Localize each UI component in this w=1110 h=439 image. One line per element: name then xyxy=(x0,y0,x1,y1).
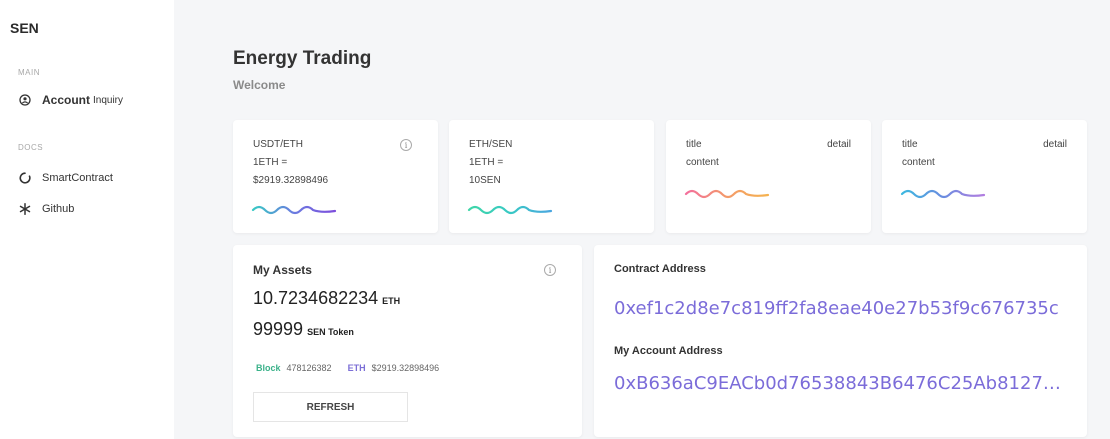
account-icon xyxy=(18,93,32,107)
wave-sparkline xyxy=(251,205,337,215)
info-icon[interactable]: i xyxy=(400,139,412,151)
refresh-button[interactable]: REFRESH xyxy=(253,392,408,422)
rate-card-eth-sen: ETH/SEN 1ETH = 10SEN xyxy=(449,120,654,233)
rate-card-usdt-eth: USDT/ETH 1ETH = $2919.32898496 i xyxy=(233,120,438,233)
card-detail-link[interactable]: detail xyxy=(1043,139,1067,150)
contract-address-label: Contract Address xyxy=(614,263,706,275)
sen-balance: 99999 SEN Token xyxy=(253,319,354,340)
card-title: title xyxy=(686,139,702,150)
sidebar-item-account-inquiry[interactable]: Account Inquiry xyxy=(18,93,123,107)
eth-price-label: ETH xyxy=(347,363,366,373)
sidebar-item-github[interactable]: Github xyxy=(18,202,74,216)
eth-amount: 10.7234682234 xyxy=(253,288,379,308)
sidebar-item-sublabel: Inquiry xyxy=(93,94,124,106)
sidebar-item-label: Github xyxy=(42,203,75,215)
sidebar: SEN MAIN Account Inquiry DOCS SmartContr… xyxy=(0,0,174,439)
brand-logo: SEN xyxy=(10,20,39,36)
sidebar-item-label: SmartContract xyxy=(42,172,113,184)
wave-sparkline xyxy=(684,189,770,199)
info-card: title content detail xyxy=(882,120,1087,233)
card-content: content xyxy=(902,157,935,168)
info-icon[interactable]: i xyxy=(544,264,556,276)
account-address-value[interactable]: 0xB636aC9EACb0d76538843B6476C25Ab81273..… xyxy=(614,373,1069,394)
card-value: $2919.32898496 xyxy=(253,175,329,186)
eth-balance: 10.7234682234 ETH xyxy=(253,288,400,309)
contract-address-value[interactable]: 0xef1c2d8e7c819ff2fa8eae40e27b53f9c67673… xyxy=(614,298,1069,319)
card-title: ETH/SEN xyxy=(469,139,513,150)
sen-amount: 99999 xyxy=(253,319,304,339)
block-value: 478126382 xyxy=(286,363,332,373)
card-content: content xyxy=(686,157,719,168)
card-line: 1ETH = xyxy=(253,157,288,168)
eth-unit: ETH xyxy=(382,296,401,306)
page-title: Energy Trading xyxy=(233,48,372,69)
section-label-docs: DOCS xyxy=(18,143,44,152)
block-label: Block xyxy=(256,363,281,373)
eth-price-value: $2919.32898496 xyxy=(371,363,440,373)
sen-unit: SEN Token xyxy=(307,327,354,337)
loading-circle-icon xyxy=(18,171,32,185)
wave-sparkline xyxy=(900,189,986,199)
card-value: 10SEN xyxy=(469,175,501,186)
card-title: USDT/ETH xyxy=(253,139,303,150)
sidebar-item-smartcontract[interactable]: SmartContract xyxy=(18,171,113,185)
page-subtitle: Welcome xyxy=(233,78,286,92)
card-line: 1ETH = xyxy=(469,157,504,168)
card-title: title xyxy=(902,139,918,150)
asterisk-icon xyxy=(18,202,32,216)
section-label-main: MAIN xyxy=(18,68,40,77)
block-info: Block 478126382 ETH $2919.32898496 xyxy=(256,363,439,373)
assets-title: My Assets xyxy=(253,263,312,277)
sidebar-item-label: Account xyxy=(42,93,90,107)
info-card: title content detail xyxy=(666,120,871,233)
address-card: Contract Address 0xef1c2d8e7c819ff2fa8ea… xyxy=(594,245,1087,437)
account-address-label: My Account Address xyxy=(614,345,723,357)
wave-sparkline xyxy=(467,205,553,215)
card-detail-link[interactable]: detail xyxy=(827,139,851,150)
my-assets-card: My Assets i 10.7234682234 ETH 99999 SEN … xyxy=(233,245,582,437)
